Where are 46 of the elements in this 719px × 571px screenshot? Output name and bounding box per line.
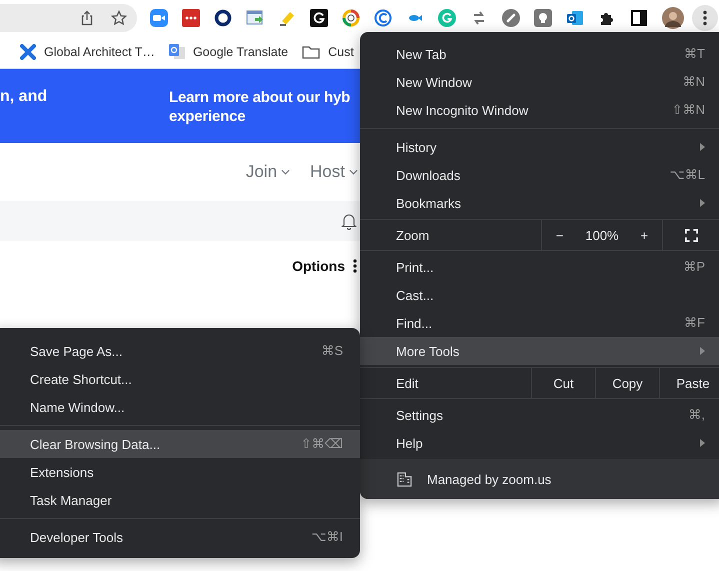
zoom-in-button[interactable]: + [634,228,654,242]
menu-item[interactable]: Cast... [360,281,719,309]
options-button[interactable]: Options [292,258,357,274]
edit-label: Edit [395,374,420,392]
shortcut-text: ⌘P [683,259,705,275]
menu-item[interactable]: Save Page As... ⌘S [0,337,360,365]
menu-item[interactable]: Print... ⌘P [360,253,719,281]
menu-item[interactable]: History [360,133,719,161]
edit-action-button[interactable]: Copy [595,368,659,398]
shortcut-text: ⇧⌘⌫ [300,436,343,452]
nav-dropdown[interactable]: Host [310,162,358,182]
menu-item[interactable]: Extensions [0,458,360,486]
edit-action-button[interactable]: Cut [531,368,595,398]
shortcut-text: ⌘S [321,343,343,359]
zoom-label: Zoom [395,226,430,244]
bookmark[interactable]: Cust [302,44,354,60]
menu-item[interactable]: Help [360,429,719,457]
menu-item[interactable]: Developer Tools ⌥⌘I [0,523,360,551]
shortcut-text: ⌘T [684,46,705,62]
shortcut-text: ⌥⌘I [311,529,343,545]
zoom-out-button[interactable]: − [550,228,570,242]
menu-item[interactable]: New Tab ⌘T [360,40,719,68]
bookmark[interactable]: Global Architect T… [20,44,155,60]
menu-item[interactable]: Create Shortcut... [0,365,360,393]
zoom-level-text: 100% [585,228,619,242]
nav-dropdown[interactable]: Join [246,162,290,182]
menu-item[interactable]: Find... ⌘F [360,309,719,337]
menu-item[interactable]: Clear Browsing Data... ⇧⌘⌫ [0,430,360,458]
menu-item[interactable]: More Tools [360,337,719,365]
banner-text: n, and [0,88,48,106]
edit-action-button[interactable]: Paste [659,368,719,398]
menu-item[interactable]: Task Manager [0,486,360,514]
menu-item[interactable]: New Window ⌘N [360,68,719,96]
shortcut-text: ⇧⌘N [672,102,705,118]
banner-link-text[interactable]: Learn more about our hyb experience [169,88,350,126]
shortcut-text: ⌘, [688,407,705,423]
shortcut-text: ⌥⌘L [670,167,705,183]
managed-footer[interactable]: Managed by zoom.us [360,459,719,499]
menu-item[interactable]: Name Window... [0,393,360,421]
shortcut-text: ⌘F [684,315,705,331]
menu-item[interactable]: Downloads ⌥⌘L [360,161,719,189]
shortcut-text: ⌘N [682,74,705,90]
bookmark[interactable]: Google Translate [168,44,288,60]
menu-item[interactable]: Settings ⌘, [360,401,719,429]
menu-item[interactable]: Bookmarks [360,189,719,217]
menu-item[interactable]: New Incognito Window ⇧⌘N [360,96,719,124]
